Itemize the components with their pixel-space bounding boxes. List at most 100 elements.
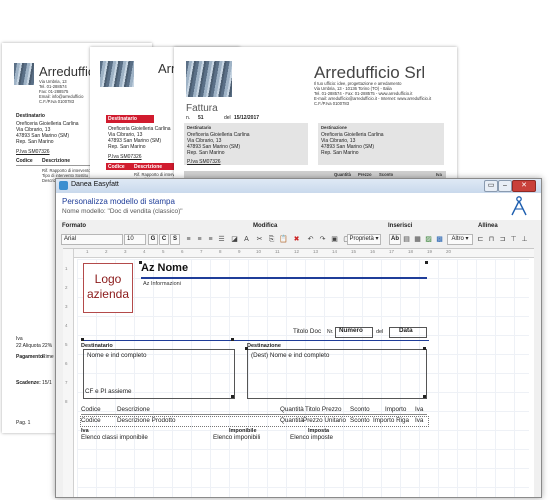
align-left-icon[interactable]: ≡ <box>184 235 193 244</box>
del-label[interactable]: del <box>376 328 383 336</box>
col-descr-2: Descrizione <box>134 164 163 170</box>
logo-text-line1: Logo <box>94 272 122 286</box>
align-objects-center-icon[interactable]: ⊓ <box>487 235 496 244</box>
model-name: Nome modello: "Doc di vendita (classico)… <box>62 208 183 215</box>
font-size-value: 10 <box>127 236 134 242</box>
header-importo[interactable]: Importo <box>385 406 406 414</box>
header-descrizione[interactable]: Descrizione <box>117 406 150 414</box>
ruler-13: 13 <box>313 249 319 254</box>
bold-button[interactable]: G <box>148 234 158 245</box>
font-size-select[interactable]: 10 <box>124 234 146 245</box>
elenco-imposte[interactable]: Elenco imposte <box>290 434 333 442</box>
titolo-doc-field[interactable]: Titolo Doc <box>293 328 321 336</box>
handle[interactable] <box>425 261 428 264</box>
handle[interactable] <box>423 395 426 398</box>
header-codice[interactable]: Codice <box>81 406 101 414</box>
piva-1: P.Iva SM07326 <box>16 149 50 155</box>
copy-icon[interactable]: ⎘ <box>267 235 276 244</box>
ruler-6: 6 <box>181 249 184 254</box>
underline-button[interactable]: S <box>170 234 180 245</box>
elenco-classi[interactable]: Elenco classi imponibile <box>81 434 148 442</box>
handle[interactable] <box>245 347 248 350</box>
destinazione-line-3d: Rep. San Marino <box>321 150 359 156</box>
title-bar[interactable]: Danea Easyfatt ▭ – ✕ <box>56 179 541 193</box>
ruler-5: 5 <box>162 249 165 254</box>
company-logo-image-3 <box>186 61 232 97</box>
handle[interactable] <box>139 261 142 264</box>
bring-front-icon[interactable]: ▣ <box>330 235 339 244</box>
piva-3: P.Iva SM07326 <box>187 159 221 165</box>
delete-icon[interactable]: ✖ <box>292 235 301 244</box>
page-number-1: Pag. 1 <box>16 420 31 426</box>
redo-icon[interactable]: ↷ <box>318 235 327 244</box>
numero-label-3: n. <box>186 115 191 121</box>
numero-3: 51 <box>198 115 204 121</box>
col-descr-1: Descrizione <box>42 158 71 164</box>
insert-chart-icon[interactable]: ▩ <box>435 235 444 244</box>
justify-icon[interactable]: ☰ <box>217 235 226 244</box>
dest-label-2: Destinatario <box>108 116 137 122</box>
ruler-11: 11 <box>275 249 280 254</box>
italic-button[interactable]: C <box>159 234 169 245</box>
elenco-imponibili[interactable]: Elenco imponibili <box>213 434 260 442</box>
az-nome-field[interactable]: Az Nome <box>141 262 188 274</box>
fill-color-icon[interactable]: ◪ <box>230 235 239 244</box>
insert-text-button[interactable]: Ab <box>389 234 401 245</box>
font-select-value: Arial <box>64 236 77 242</box>
handle[interactable] <box>231 338 234 341</box>
compass-icon <box>511 196 527 216</box>
cut-icon[interactable]: ✂ <box>255 235 264 244</box>
align-objects-bottom-icon[interactable]: ⊥ <box>520 235 529 244</box>
group-inserisci: Inserisci <box>388 223 413 229</box>
insert-table-icon[interactable]: ▦ <box>413 235 422 244</box>
text-color-icon[interactable]: A <box>242 235 251 244</box>
paste-icon[interactable]: 📋 <box>279 235 288 244</box>
group-allinea: Allinea <box>478 223 498 229</box>
nr-label[interactable]: Nr. <box>327 328 333 336</box>
align-objects-top-icon[interactable]: ⊤ <box>509 235 518 244</box>
ruler-2: 2 <box>105 249 108 254</box>
restore-icon[interactable]: ▭ <box>484 180 498 192</box>
left-ruler-1: 1 <box>65 266 68 271</box>
header-iva[interactable]: Iva <box>415 406 423 414</box>
more-insert-button[interactable]: Altro ▾ <box>447 234 473 245</box>
insert-image-icon[interactable]: ▨ <box>424 235 433 244</box>
minimize-icon[interactable]: – <box>498 180 512 192</box>
handle[interactable] <box>231 395 234 398</box>
group-modifica: Modifica <box>253 223 278 229</box>
ruler-12: 12 <box>294 249 300 254</box>
left-ruler-3: 3 <box>65 304 68 309</box>
company-logo-image-1 <box>14 63 34 85</box>
properties-button[interactable]: Proprietà ▾ <box>347 234 381 245</box>
align-objects-left-icon[interactable]: ⊏ <box>476 235 485 244</box>
header-sconto[interactable]: Sconto <box>350 406 370 414</box>
col-quantita-3: Quantità <box>334 172 351 177</box>
header-titolo-prezzo[interactable]: Titolo Prezzo <box>305 406 342 414</box>
app-icon <box>59 181 68 190</box>
dest-line-3d: Rep. San Marino <box>187 150 225 156</box>
separator-line <box>81 340 429 341</box>
align-objects-right-icon[interactable]: ⊐ <box>498 235 507 244</box>
ruler-18: 18 <box>408 249 414 254</box>
company-address-1e: C.F./P.Iva 0100783 <box>39 99 75 104</box>
left-ruler-6: 6 <box>65 361 68 366</box>
align-right-icon[interactable]: ≡ <box>206 235 215 244</box>
handle[interactable] <box>423 347 426 350</box>
font-select[interactable]: Arial <box>61 234 123 245</box>
design-canvas[interactable]: 1 2 3 4 5 6 7 8 9 10 11 12 13 14 15 16 1… <box>63 248 534 497</box>
destinazione-value: (Dest) Nome e ind completo <box>251 352 330 359</box>
az-info-field[interactable]: Az Informazioni <box>143 281 181 287</box>
ruler-16: 16 <box>370 249 376 254</box>
handle[interactable] <box>81 338 84 341</box>
cf-pi-field[interactable]: CF e PI assieme <box>85 388 132 396</box>
ruler-7: 7 <box>200 249 203 254</box>
ruler-1: 1 <box>86 249 89 254</box>
align-center-icon[interactable]: ≡ <box>195 235 204 244</box>
undo-icon[interactable]: ↶ <box>306 235 315 244</box>
insert-field-icon[interactable]: ▤ <box>402 235 411 244</box>
row-box <box>80 416 429 427</box>
header-quantita[interactable]: Quantità <box>280 406 304 414</box>
left-ruler-8: 8 <box>65 399 68 404</box>
close-icon[interactable]: ✕ <box>512 180 536 192</box>
company-subtitle-3e: C.F./P.Iva 0100783 <box>314 101 350 106</box>
